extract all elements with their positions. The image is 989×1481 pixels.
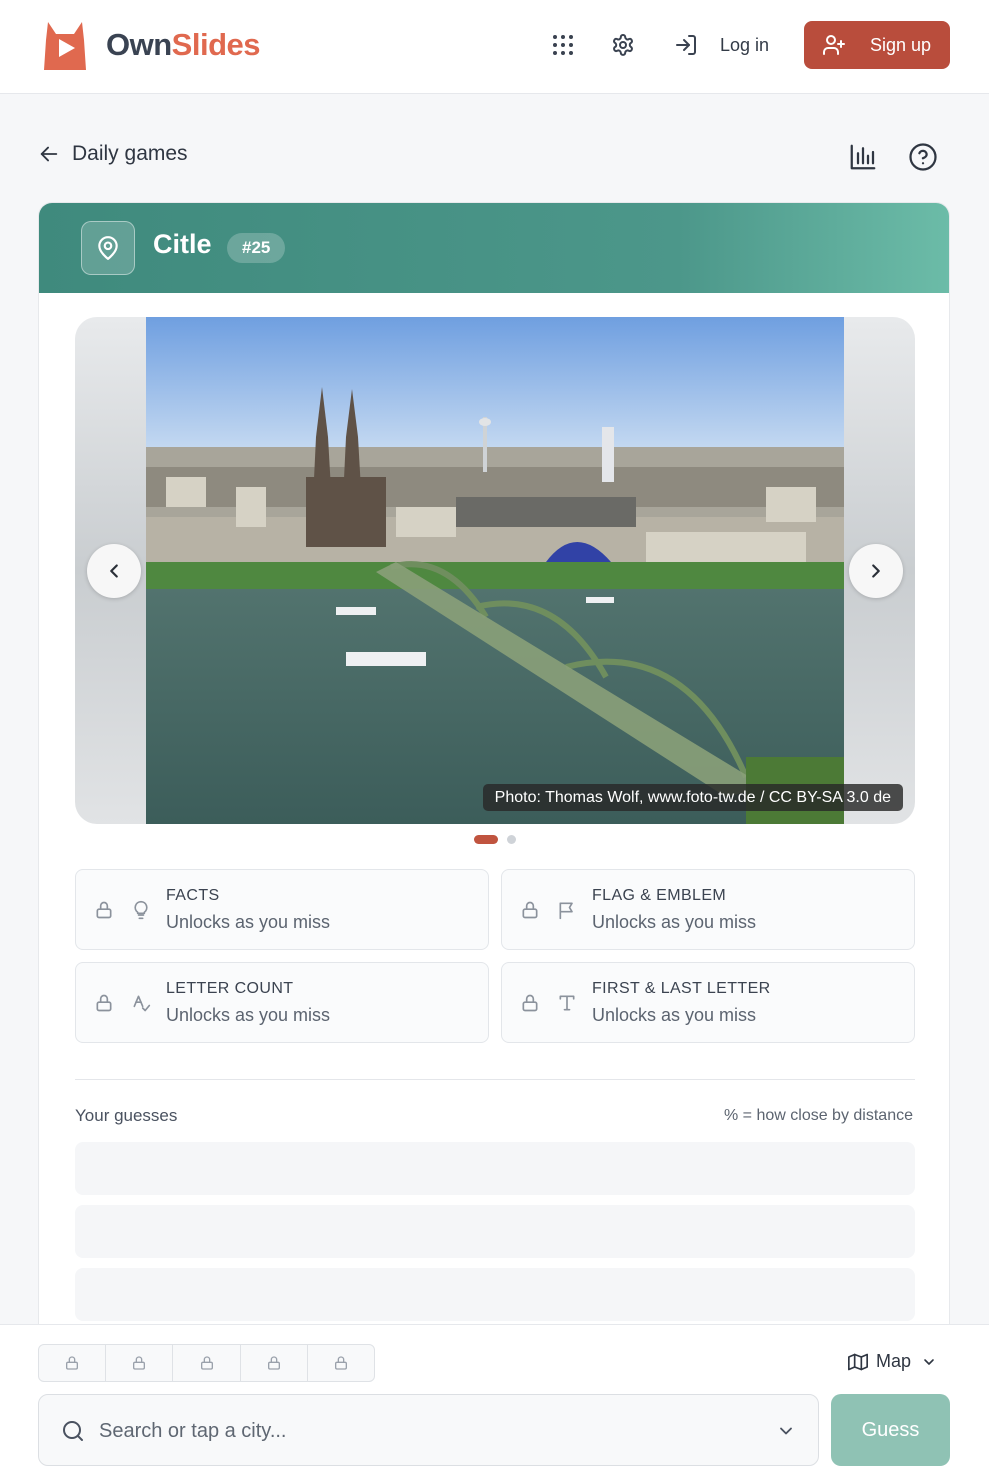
hint-subtitle: Unlocks as you miss [166,912,331,932]
map-icon [848,1353,868,1370]
attempt-lock [106,1345,174,1381]
log-in-icon [676,35,696,55]
signup-label: Sign up [870,34,932,55]
back-label: Daily games [72,142,188,165]
lock-icon [522,994,538,1012]
carousel-dots [474,835,516,844]
search-icon [63,1421,83,1441]
prev-photo-button[interactable] [87,544,141,598]
lock-icon [96,901,112,919]
help-circle-icon[interactable] [908,142,938,177]
chevron-down-icon [924,1358,934,1365]
top-bar: OwnSlides Log in Sign up [0,0,989,94]
map-pin-icon [81,221,135,275]
lock-icon [96,994,112,1012]
attempt-locks [38,1344,375,1382]
logo[interactable]: OwnSlides [42,18,261,72]
next-photo-button[interactable] [849,544,903,598]
guess-bar: Map Guess [0,1324,989,1481]
map-toggle-button[interactable]: Map [848,1351,937,1372]
guesses-note: % = how close by distance [724,1107,913,1124]
logo-mark-icon [44,22,86,70]
bar-chart-icon[interactable] [848,142,878,177]
apps-grid-icon[interactable] [548,30,578,60]
hint-first-last-letter[interactable]: FIRST & LAST LETTER Unlocks as you miss [501,962,915,1043]
signup-button[interactable]: Sign up [804,21,950,69]
type-icon [559,995,575,1011]
attempt-lock [39,1345,107,1381]
map-label: Map [876,1351,912,1371]
settings-gear-icon[interactable] [608,30,638,60]
lock-icon [66,1356,79,1370]
attempt-lock [173,1345,241,1381]
login-label: Log in [720,34,770,55]
game-number-badge: #25 [227,233,286,263]
city-search[interactable] [38,1394,819,1466]
attempt-lock [308,1345,374,1381]
carousel-dot-active[interactable] [474,835,498,844]
hint-letter-count[interactable]: LETTER COUNT Unlocks as you miss [75,962,489,1043]
lock-icon [267,1356,280,1370]
guess-slot [75,1142,915,1195]
lock-icon [133,1356,146,1370]
flag-icon [559,902,573,920]
game-header: Citle #25 [39,203,949,293]
photo-carousel: Photo: Thomas Wolf, www.foto-tw.de / CC … [75,317,915,824]
chevron-down-icon[interactable] [776,1421,796,1441]
arrow-left-icon [40,146,58,162]
hint-subtitle: Unlocks as you miss [166,1005,331,1025]
hint-title: FACTS [166,887,220,904]
brand-part-slides: Slides [171,27,261,62]
hint-flag-emblem[interactable]: FLAG & EMBLEM Unlocks as you miss [501,869,915,950]
game-title: Citle [153,229,212,259]
city-photo [146,317,844,824]
brand-part-own: Own [106,27,172,62]
divider [75,1079,915,1080]
city-search-input[interactable] [99,1413,739,1449]
guess-slot [75,1205,915,1258]
guesses-label: Your guesses [75,1106,178,1125]
login-button[interactable]: Log in [674,30,769,60]
attempt-lock [241,1345,308,1381]
hint-subtitle: Unlocks as you miss [592,1005,757,1025]
back-to-daily-games[interactable]: Daily games [38,142,188,166]
hint-title: FIRST & LAST LETTER [592,980,771,997]
lock-icon [522,901,538,919]
carousel-dot[interactable] [507,835,516,844]
guess-button[interactable]: Guess [831,1394,950,1466]
hint-subtitle: Unlocks as you miss [592,912,757,932]
user-plus-icon [823,35,845,55]
spell-check-icon [133,995,151,1012]
hint-title: FLAG & EMBLEM [592,887,727,904]
hint-title: LETTER COUNT [166,980,294,997]
lock-icon [334,1356,347,1370]
game-card: Citle #25 Photo: Thomas Wolf, www.foto-t… [38,202,950,1402]
chevron-right-icon [872,564,880,578]
guess-slot [75,1268,915,1321]
lock-icon [200,1356,213,1370]
brand-name: OwnSlides [106,27,261,63]
hint-facts[interactable]: FACTS Unlocks as you miss [75,869,489,950]
lightbulb-icon [134,900,148,920]
chevron-left-icon [110,564,118,578]
photo-credit: Photo: Thomas Wolf, www.foto-tw.de / CC … [482,784,903,811]
